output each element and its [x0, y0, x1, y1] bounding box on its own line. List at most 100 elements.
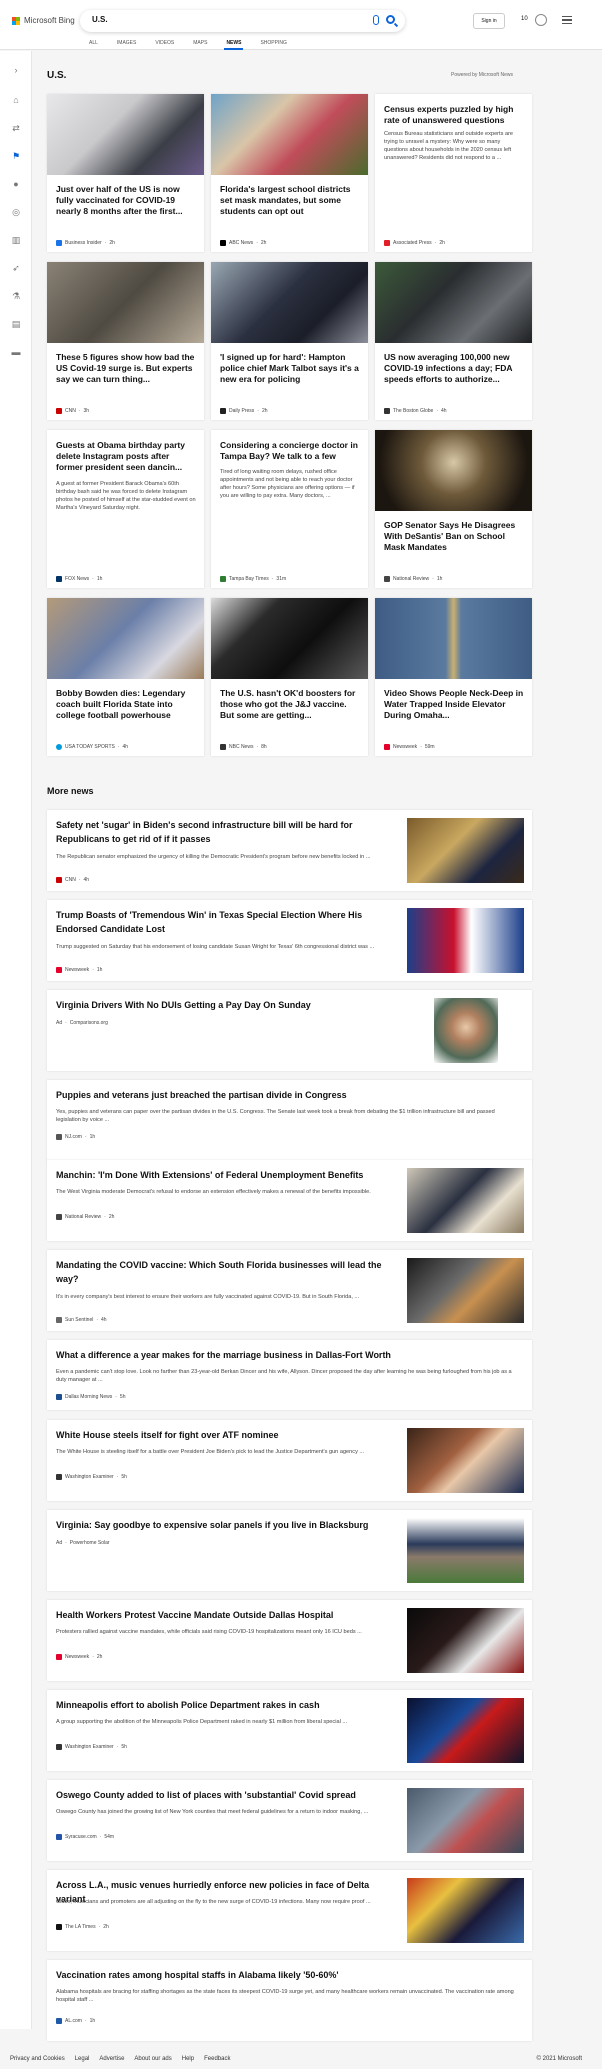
card-title[interactable]: US now averaging 100,000 new COVID-19 in… — [384, 352, 524, 385]
card-source: USA TODAY SPORTS · 4h — [56, 744, 128, 750]
row-title[interactable]: What a difference a year makes for the m… — [56, 1348, 396, 1362]
tab-videos[interactable]: VIDEOS — [155, 40, 174, 50]
row-title[interactable]: Virginia Drivers With No DUIs Getting a … — [56, 998, 396, 1012]
card-title[interactable]: Guests at Obama birthday party delete In… — [56, 440, 196, 473]
chart-icon[interactable]: ▥ — [11, 235, 21, 245]
news-card[interactable]: 'I signed up for hard': Hampton police c… — [211, 262, 368, 420]
publisher-logo-icon — [56, 408, 62, 414]
ad-label: Ad — [56, 1540, 63, 1546]
news-row[interactable]: Manchin: 'I'm Done With Extensions' of F… — [47, 1160, 532, 1241]
tab-maps[interactable]: MAPS — [193, 40, 207, 50]
news-row[interactable]: Across L.A., music venues hurriedly enfo… — [47, 1870, 532, 1951]
news-card[interactable]: Just over half of the US is now fully va… — [47, 94, 204, 252]
card-title[interactable]: 'I signed up for hard': Hampton police c… — [220, 352, 360, 385]
card-title[interactable]: Just over half of the US is now fully va… — [56, 184, 196, 217]
news-row[interactable]: Vaccination rates among hospital staffs … — [47, 1960, 532, 2041]
news-row[interactable]: What a difference a year makes for the m… — [47, 1340, 532, 1410]
footer-link-advertise[interactable]: Advertise — [99, 2056, 124, 2062]
row-title[interactable]: Safety net 'sugar' in Biden's second inf… — [56, 818, 396, 846]
row-title[interactable]: Health Workers Protest Vaccine Mandate O… — [56, 1608, 396, 1622]
card-title[interactable]: GOP Senator Says He Disagrees With DeSan… — [384, 520, 524, 553]
news-row[interactable]: Puppies and veterans just breached the p… — [47, 1080, 532, 1161]
row-title[interactable]: White House steels itself for fight over… — [56, 1428, 396, 1442]
row-source: Ad · Comparisons.org — [56, 1020, 108, 1026]
shuffle-icon[interactable]: ⇄ — [11, 123, 21, 133]
card-title[interactable]: The U.S. hasn't OK'd boosters for those … — [220, 688, 360, 721]
rewards-points[interactable]: 10 — [521, 16, 528, 22]
publisher-logo-icon — [384, 744, 390, 750]
card-title[interactable]: Census experts puzzled by high rate of u… — [384, 104, 524, 126]
tab-shopping[interactable]: SHOPPING — [260, 40, 286, 50]
footer-link-help[interactable]: Help — [182, 2056, 194, 2062]
row-title[interactable]: Vaccination rates among hospital staffs … — [56, 1968, 396, 1982]
footer-link-feedback[interactable]: Feedback — [204, 2056, 230, 2062]
news-card[interactable]: These 5 figures show how bad the US Covi… — [47, 262, 204, 420]
tab-images[interactable]: IMAGES — [117, 40, 136, 50]
news-card[interactable]: Video Shows People Neck-Deep in Water Tr… — [375, 598, 532, 756]
lab-flask-icon[interactable]: ⚗ — [11, 291, 21, 301]
row-title[interactable]: Manchin: 'I'm Done With Extensions' of F… — [56, 1168, 396, 1182]
sign-in-button[interactable]: Sign in — [473, 13, 505, 29]
copyright-text: © 2021 Microsoft — [536, 2056, 582, 2062]
news-card[interactable]: Guests at Obama birthday party delete In… — [47, 430, 204, 588]
card-title[interactable]: Video Shows People Neck-Deep in Water Tr… — [384, 688, 524, 721]
microsoft-logo-icon — [12, 16, 20, 25]
row-title[interactable]: Minneapolis effort to abolish Police Dep… — [56, 1698, 396, 1712]
footer-link-about-ads[interactable]: About our ads — [134, 2056, 171, 2062]
news-row[interactable]: Mandating the COVID vaccine: Which South… — [47, 1250, 532, 1331]
search-input[interactable]: U.S. — [92, 15, 108, 24]
ad-row[interactable]: Virginia: Say goodbye to expensive solar… — [47, 1510, 532, 1591]
row-source: The LA Times · 2h — [56, 1924, 109, 1930]
row-title[interactable]: Virginia: Say goodbye to expensive solar… — [56, 1518, 396, 1532]
news-row[interactable]: White House steels itself for fight over… — [47, 1420, 532, 1501]
row-title[interactable]: Mandating the COVID vaccine: Which South… — [56, 1258, 396, 1286]
publisher-logo-icon — [384, 240, 390, 246]
rewards-trophy-icon[interactable] — [535, 14, 547, 26]
news-card[interactable]: US now averaging 100,000 new COVID-19 in… — [375, 262, 532, 420]
tab-news[interactable]: NEWS — [224, 40, 244, 50]
publisher-logo-icon — [56, 877, 62, 883]
news-card[interactable]: The U.S. hasn't OK'd boosters for those … — [211, 598, 368, 756]
news-card[interactable]: Census experts puzzled by high rate of u… — [375, 94, 532, 252]
news-row[interactable]: Health Workers Protest Vaccine Mandate O… — [47, 1600, 532, 1681]
card-title[interactable]: Considering a concierge doctor in Tampa … — [220, 440, 360, 462]
row-title[interactable]: Oswego County added to list of places wi… — [56, 1788, 396, 1802]
globe-icon[interactable]: ◎ — [11, 207, 21, 217]
microphone-icon[interactable] — [373, 15, 379, 25]
top-bar: Microsoft Bing U.S. ALL IMAGES VIDEOS MA… — [0, 0, 602, 50]
building-icon[interactable]: ▤ — [11, 319, 21, 329]
card-source: NBC News · 8h — [220, 744, 267, 750]
film-icon[interactable]: ▬ — [11, 347, 21, 357]
row-description: Alabama hospitals are bracing for staffi… — [56, 1989, 514, 2003]
flag-icon[interactable]: ⚑ — [11, 151, 21, 161]
footer-links: Privacy and Cookies Legal Advertise Abou… — [10, 2056, 230, 2062]
footer-link-privacy[interactable]: Privacy and Cookies — [10, 2056, 65, 2062]
publisher-logo-icon — [56, 1214, 62, 1220]
bing-logo[interactable]: Microsoft Bing — [12, 16, 75, 25]
home-icon[interactable]: ⌂ — [11, 95, 21, 105]
row-title[interactable]: Puppies and veterans just breached the p… — [56, 1088, 396, 1102]
news-row[interactable]: Minneapolis effort to abolish Police Dep… — [47, 1690, 532, 1771]
card-title[interactable]: Florida's largest school districts set m… — [220, 184, 360, 217]
news-card[interactable]: GOP Senator Says He Disagrees With DeSan… — [375, 430, 532, 588]
news-row[interactable]: Safety net 'sugar' in Biden's second inf… — [47, 810, 532, 891]
ad-row[interactable]: Virginia Drivers With No DUIs Getting a … — [47, 990, 532, 1071]
rocket-icon[interactable]: ➶ — [11, 263, 21, 273]
card-title[interactable]: These 5 figures show how bad the US Covi… — [56, 352, 196, 385]
category-rail: › ⌂ ⇄ ⚑ ● ◎ ▥ ➶ ⚗ ▤ ▬ — [0, 51, 32, 2029]
row-title[interactable]: Trump Boasts of 'Tremendous Win' in Texa… — [56, 908, 396, 936]
news-row[interactable]: Oswego County added to list of places wi… — [47, 1780, 532, 1861]
row-description: The White House is steeling itself for a… — [56, 1449, 365, 1455]
location-pin-icon[interactable]: ● — [11, 179, 21, 189]
footer-link-legal[interactable]: Legal — [75, 2056, 90, 2062]
tab-all[interactable]: ALL — [89, 40, 98, 50]
menu-icon[interactable] — [562, 16, 572, 24]
search-icon[interactable] — [386, 15, 395, 24]
card-title[interactable]: Bobby Bowden dies: Legendary coach built… — [56, 688, 196, 721]
search-box[interactable]: U.S. — [80, 10, 405, 32]
news-card[interactable]: Bobby Bowden dies: Legendary coach built… — [47, 598, 204, 756]
expand-chevron-icon[interactable]: › — [11, 65, 21, 75]
news-card[interactable]: Considering a concierge doctor in Tampa … — [211, 430, 368, 588]
news-row[interactable]: Trump Boasts of 'Tremendous Win' in Texa… — [47, 900, 532, 981]
news-card[interactable]: Florida's largest school districts set m… — [211, 94, 368, 252]
